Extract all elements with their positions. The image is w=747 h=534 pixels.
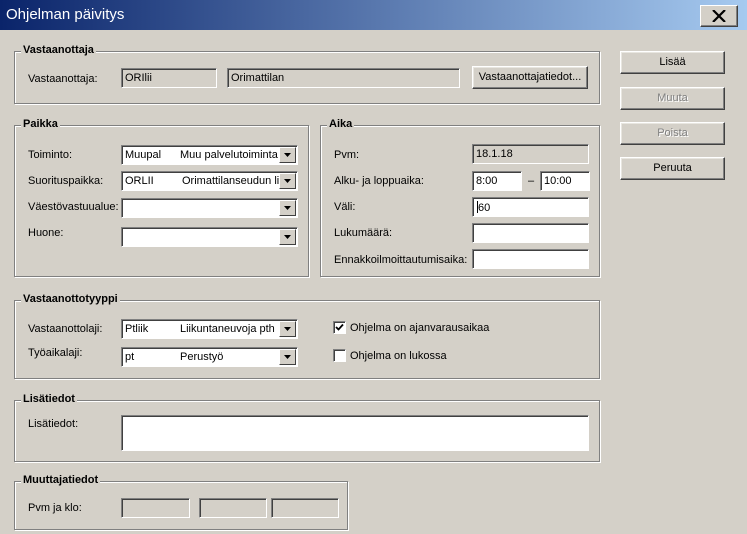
modifier-datetime-label: Pvm ja klo: — [28, 502, 82, 514]
receiver-legend: Vastaanottaja — [21, 44, 96, 56]
reception-kind-select[interactable]: Ptliik Liikuntaneuvoja pth — [121, 319, 298, 339]
worktime-select[interactable]: pt Perustyö — [121, 347, 298, 367]
date-label: Pvm: — [334, 149, 360, 161]
chevron-down-icon[interactable] — [279, 200, 296, 216]
modifier-field-3 — [271, 498, 339, 518]
chevron-down-icon[interactable] — [279, 173, 296, 189]
chevron-down-icon[interactable] — [279, 349, 296, 365]
activity-select[interactable]: Muupal Muu palvelutoiminta — [121, 145, 298, 165]
advance-input[interactable] — [472, 249, 589, 269]
time-range-dash: – — [528, 175, 535, 187]
count-label: Lukumäärä: — [334, 227, 393, 239]
activity-code: Muupal — [125, 149, 162, 161]
title-bar[interactable]: Ohjelman päivitys — [0, 0, 747, 30]
date-field: 18.1.18 — [472, 144, 589, 164]
reception-type-group: Vastaanottotyyppi — [14, 293, 600, 379]
start-end-label: Alku- ja loppuaika: — [334, 175, 424, 187]
modifier-field-2 — [199, 498, 267, 518]
add-button[interactable]: Lisää — [620, 51, 725, 74]
chevron-down-icon[interactable] — [279, 147, 296, 163]
activity-text: Muu palvelutoiminta — [180, 149, 278, 161]
interval-label: Väli: — [334, 201, 356, 213]
modifier-field-1 — [121, 498, 190, 518]
place-legend: Paikka — [21, 118, 60, 130]
activity-label: Toiminto: — [28, 149, 73, 161]
delete-button[interactable]: Poista — [620, 122, 725, 145]
advance-label: Ennakkoilmoittautumisaika: — [334, 254, 468, 266]
window-title: Ohjelman päivitys — [6, 6, 125, 23]
close-icon — [712, 10, 726, 22]
receiver-name-field: Orimattilan — [227, 68, 460, 88]
locked-checkbox-label[interactable]: Ohjelma on lukossa — [350, 350, 447, 362]
population-label: Väestövastuualue: — [28, 201, 119, 213]
extra-info-legend: Lisätiedot — [21, 393, 77, 405]
worktime-label: Työaikalaji: — [28, 347, 83, 359]
venue-text: Orimattilanseudun lii — [182, 175, 282, 187]
venue-select[interactable]: ORLII Orimattilanseudun lii — [121, 171, 298, 191]
venue-code: ORLII — [125, 175, 154, 187]
reception-type-legend: Vastaanottotyyppi — [21, 293, 120, 305]
booking-checkbox[interactable] — [333, 321, 346, 334]
extra-info-label: Lisätiedot: — [28, 418, 79, 430]
modifier-legend: Muuttajatiedot — [21, 474, 101, 486]
receiver-details-button[interactable]: Vastaanottajatiedot... — [472, 66, 588, 89]
start-time-input[interactable]: 8:00 — [472, 171, 522, 191]
interval-input[interactable]: 60 — [472, 197, 589, 217]
count-input[interactable] — [472, 223, 589, 243]
interval-value: 60 — [478, 202, 491, 214]
extra-info-textarea[interactable] — [121, 415, 589, 451]
worktime-text: Perustyö — [180, 351, 224, 363]
receiver-label: Vastaanottaja: — [28, 73, 98, 85]
dialog-window: Ohjelman päivitys Lisää Muuta Poista Per… — [0, 0, 747, 534]
room-label: Huone: — [28, 227, 64, 239]
reception-kind-text: Liikuntaneuvoja pth — [180, 323, 275, 335]
end-time-input[interactable]: 10:00 — [540, 171, 590, 191]
worktime-code: pt — [125, 351, 135, 363]
receiver-code-field: ORIlii — [121, 68, 217, 88]
room-select[interactable] — [121, 227, 298, 247]
checkmark-icon — [335, 323, 344, 331]
booking-checkbox-label[interactable]: Ohjelma on ajanvarausaikaa — [350, 322, 489, 334]
cancel-button[interactable]: Peruuta — [620, 157, 725, 180]
reception-kind-label: Vastaanottolaji: — [28, 323, 103, 335]
close-button[interactable] — [700, 5, 738, 27]
reception-kind-code: Ptliik — [125, 323, 149, 335]
population-select[interactable] — [121, 198, 298, 218]
venue-label: Suorituspaikka: — [28, 175, 104, 187]
locked-checkbox[interactable] — [333, 349, 346, 362]
modify-button[interactable]: Muuta — [620, 87, 725, 110]
chevron-down-icon[interactable] — [279, 321, 296, 337]
time-legend: Aika — [327, 118, 355, 130]
chevron-down-icon[interactable] — [279, 229, 296, 245]
